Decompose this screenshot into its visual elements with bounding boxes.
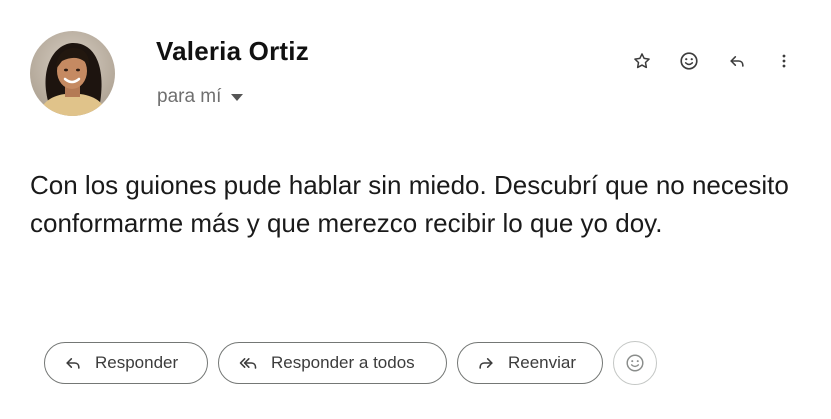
add-reaction-button[interactable] <box>676 48 702 74</box>
more-vert-icon <box>782 54 786 68</box>
emoji-reaction-icon <box>680 52 698 70</box>
sender-avatar[interactable] <box>30 31 115 116</box>
forward-icon <box>476 353 496 373</box>
more-options-button[interactable] <box>771 48 797 74</box>
recipient-details[interactable]: para mí <box>157 86 244 108</box>
reply-icon <box>730 56 744 67</box>
avatar-photo <box>30 31 115 116</box>
reply-button-header[interactable] <box>724 48 750 74</box>
message-header-actions <box>626 48 801 74</box>
add-emoji-reaction-button[interactable] <box>613 341 657 385</box>
reply-all-icon <box>237 353 259 373</box>
reply-button-label: Responder <box>95 353 179 372</box>
star-icon <box>634 53 650 69</box>
message-body: Con los guiones pude hablar sin miedo. D… <box>30 170 789 238</box>
reply-all-button[interactable]: Responder a todos <box>218 342 447 384</box>
forward-button[interactable]: Reenviar <box>457 342 603 384</box>
recipient-dropdown-icon[interactable] <box>231 93 244 101</box>
recipient-label: para mí <box>157 86 222 107</box>
reply-all-button-label: Responder a todos <box>271 353 415 372</box>
star-button[interactable] <box>629 48 655 74</box>
forward-button-label: Reenviar <box>508 353 577 372</box>
message-footer-actions: Responder Responder a todos Reenviar <box>44 341 657 385</box>
reply-icon <box>63 353 83 373</box>
reply-button[interactable]: Responder <box>44 342 208 384</box>
emoji-icon <box>626 354 644 372</box>
sender-name[interactable]: Valeria Ortiz <box>156 36 309 67</box>
